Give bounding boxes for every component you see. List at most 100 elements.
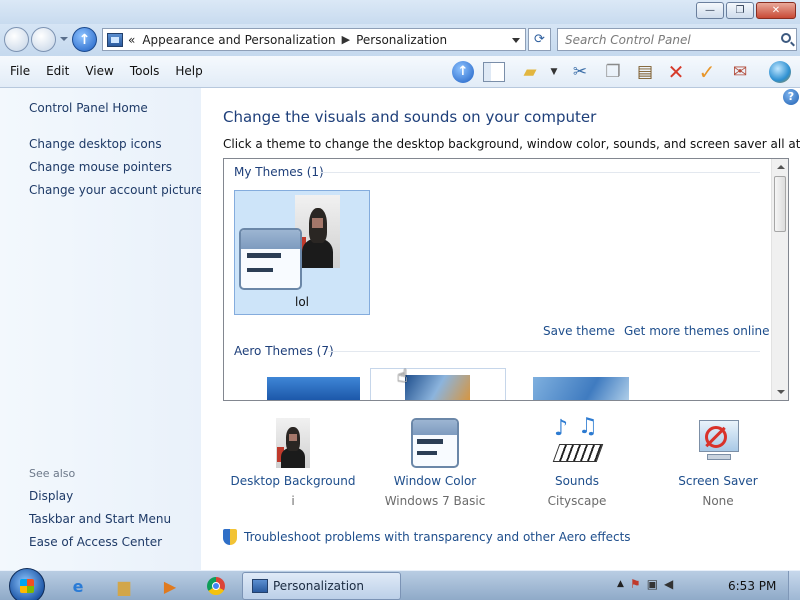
address-dropdown-icon[interactable]: [512, 38, 520, 43]
close-button[interactable]: ✕: [756, 2, 796, 19]
desktop-background-icon: [276, 418, 310, 468]
window-color-label[interactable]: Window Color: [370, 474, 500, 488]
forward-button[interactable]: [31, 27, 56, 52]
window-controls: — ❐ ✕: [696, 2, 796, 19]
taskbar-personalization-window[interactable]: Personalization: [242, 572, 401, 600]
taskbar-window-label: Personalization: [273, 579, 364, 593]
show-hidden-icons-icon[interactable]: ▲: [617, 579, 624, 589]
theme-gallery[interactable]: My Themes (1) lol Save theme Get more th…: [223, 158, 789, 401]
navigation-bar: ↑ « Appearance and Personalization ▶ Per…: [0, 24, 800, 56]
ease-of-access-link[interactable]: Ease of Access Center: [29, 535, 162, 549]
change-mouse-pointers-link[interactable]: Change mouse pointers: [29, 160, 172, 174]
maximize-button[interactable]: ❐: [726, 2, 754, 19]
menu-file[interactable]: File: [2, 64, 38, 78]
gallery-scrollbar[interactable]: [771, 159, 788, 400]
address-bar[interactable]: « Appearance and Personalization ▶ Perso…: [102, 28, 526, 51]
sounds-label[interactable]: Sounds: [512, 474, 642, 488]
get-more-themes-link[interactable]: Get more themes online: [624, 324, 770, 338]
delete-icon[interactable]: ✕: [663, 60, 689, 84]
sounds-icon: ♪ ♫: [552, 414, 604, 468]
sounds-option[interactable]: ♪ ♫ Sounds Cityscape: [512, 414, 642, 508]
theme-name: lol: [294, 295, 309, 309]
globe-icon[interactable]: [766, 60, 794, 84]
breadcrumb-separator-icon[interactable]: ▶: [342, 33, 350, 46]
up-level-button[interactable]: ↑: [72, 27, 97, 52]
screen-saver-value: None: [702, 494, 734, 508]
taskbar-start-menu-link[interactable]: Taskbar and Start Menu: [29, 512, 171, 526]
email-icon[interactable]: ✉: [727, 60, 753, 84]
clock[interactable]: 6:53 PM: [728, 579, 776, 593]
desktop-background-label[interactable]: Desktop Background: [228, 474, 358, 488]
up-arrow-icon[interactable]: ↑: [451, 60, 475, 84]
menu-tools[interactable]: Tools: [122, 64, 168, 78]
breadcrumb-appearance[interactable]: Appearance and Personalization: [142, 33, 335, 47]
menu-edit[interactable]: Edit: [38, 64, 77, 78]
action-center-icon[interactable]: ⚑: [630, 577, 641, 591]
theme-window-color-preview: [239, 228, 302, 290]
menu-bar: File Edit View Tools Help ↑ ▰ ▼ ✂ ❐ ▤ ✕ …: [0, 56, 800, 88]
cut-icon[interactable]: ✂: [567, 60, 593, 84]
scroll-up-icon[interactable]: [777, 165, 785, 169]
window-color-option[interactable]: Window Color Windows 7 Basic: [370, 418, 500, 508]
control-panel-icon: [252, 579, 268, 593]
search-box[interactable]: [557, 28, 797, 51]
aero-themes-label: Aero Themes (7): [234, 344, 334, 358]
sounds-value: Cityscape: [547, 494, 607, 508]
aero-theme-architecture[interactable]: [370, 368, 506, 400]
search-input[interactable]: [565, 32, 775, 47]
display-link[interactable]: Display: [29, 489, 73, 503]
hand-cursor-icon: ☝: [397, 366, 408, 387]
window-color-value: Windows 7 Basic: [384, 494, 486, 508]
control-panel-home-link[interactable]: Control Panel Home: [29, 101, 148, 115]
troubleshoot-aero-link[interactable]: Troubleshoot problems with transparency …: [244, 530, 631, 544]
copy-icon[interactable]: ❐: [600, 60, 626, 84]
scroll-thumb[interactable]: [774, 176, 786, 232]
screen-saver-option[interactable]: Screen Saver None: [653, 418, 783, 508]
windows-explorer-icon[interactable]: ▆: [105, 573, 143, 599]
menu-help[interactable]: Help: [167, 64, 210, 78]
desktop-background-option[interactable]: Desktop Background i: [228, 418, 358, 508]
page-description: Click a theme to change the desktop back…: [223, 137, 800, 151]
title-bar: — ❐ ✕: [0, 0, 800, 24]
theme-tile-lol[interactable]: lol: [234, 190, 370, 315]
media-player-icon[interactable]: ▶: [151, 573, 189, 599]
see-also-label: See also: [29, 467, 76, 480]
screen-saver-label[interactable]: Screen Saver: [653, 474, 783, 488]
main-content: ? Change the visuals and sounds on your …: [201, 88, 800, 570]
help-icon[interactable]: ?: [783, 89, 799, 105]
internet-explorer-icon[interactable]: e: [59, 573, 97, 599]
taskbar: e ▆ ▶ Personalization ▲ ⚑ ▣ ◀ 6:53 PM: [0, 568, 800, 600]
uac-shield-icon: [223, 529, 237, 545]
aero-theme-characters[interactable]: [533, 377, 629, 400]
control-panel-icon: [107, 32, 123, 47]
page-title: Change the visuals and sounds on your co…: [223, 108, 597, 126]
back-button[interactable]: [4, 27, 29, 52]
scroll-down-icon[interactable]: [777, 390, 785, 394]
volume-icon[interactable]: ◀: [664, 577, 673, 591]
save-theme-link[interactable]: Save theme: [543, 324, 615, 338]
check-icon[interactable]: ✓: [694, 60, 720, 84]
folder-options-icon[interactable]: ▰: [518, 60, 542, 84]
menu-view[interactable]: View: [77, 64, 121, 78]
chrome-icon[interactable]: [197, 573, 235, 599]
search-icon[interactable]: [781, 33, 791, 43]
change-account-picture-link[interactable]: Change your account picture: [29, 183, 203, 197]
minimize-button[interactable]: —: [696, 2, 724, 19]
show-desktop-button[interactable]: [788, 571, 800, 600]
breadcrumb-personalization[interactable]: Personalization: [356, 33, 447, 47]
screen-saver-icon: [693, 418, 743, 468]
options-dropdown-icon[interactable]: ▼: [548, 60, 560, 84]
window-color-icon: [411, 418, 459, 468]
refresh-button[interactable]: ⟳: [528, 28, 551, 51]
start-button[interactable]: [9, 568, 45, 600]
windows-logo-icon: [20, 579, 34, 593]
panes-icon[interactable]: [482, 60, 506, 84]
change-desktop-icons-link[interactable]: Change desktop icons: [29, 137, 162, 151]
paste-icon[interactable]: ▤: [632, 60, 658, 84]
recent-pages-dropdown-icon[interactable]: [60, 37, 68, 41]
breadcrumb-overflow[interactable]: «: [128, 33, 135, 47]
aero-theme-windows[interactable]: [267, 377, 360, 400]
group-divider: [328, 351, 760, 352]
system-tray: ▲ ⚑ ▣ ◀: [617, 577, 673, 591]
network-icon[interactable]: ▣: [647, 577, 658, 591]
